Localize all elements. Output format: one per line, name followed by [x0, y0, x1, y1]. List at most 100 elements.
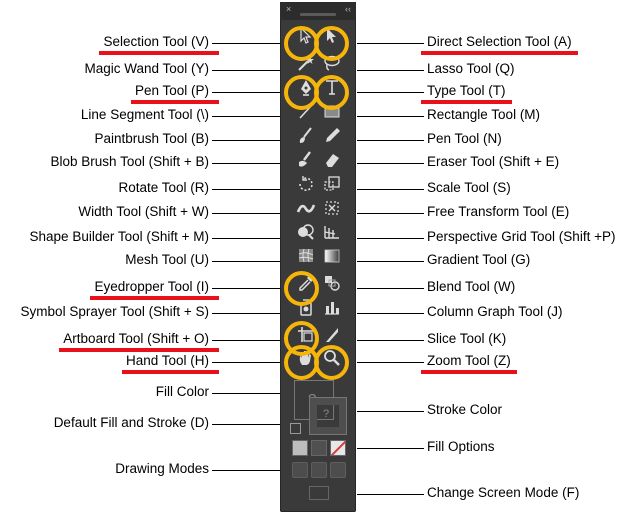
slice-tool-glyph — [326, 328, 338, 342]
label-paintbrush-tool-b: Paintbrush Tool (B) — [94, 131, 209, 146]
highlight-underline — [90, 296, 219, 300]
gradient-option-button[interactable] — [311, 440, 327, 456]
highlight-underline — [121, 370, 219, 374]
draw-normal-mode-button[interactable] — [292, 462, 308, 478]
highlight-underline — [99, 51, 219, 55]
label-pen-tool-n: Pen Tool (N) — [427, 131, 502, 146]
column-graph-tool-glyph — [325, 302, 339, 315]
leader-line — [212, 238, 282, 239]
width-tool-glyph — [296, 204, 316, 213]
draw-inside-mode-button[interactable] — [330, 462, 346, 478]
leader-line — [212, 313, 282, 314]
label-magic-wand-tool-y: Magic Wand Tool (Y) — [84, 61, 209, 76]
highlight-underline — [421, 100, 512, 104]
label-zoom-tool-z: Zoom Tool (Z) — [427, 353, 511, 368]
rotate-tool-glyph — [299, 176, 313, 191]
none-slash-icon — [331, 441, 345, 455]
paintbrush-tool-icon[interactable] — [295, 125, 317, 145]
change-screen-mode-button[interactable] — [309, 486, 329, 500]
label-column-graph-tool-j: Column Graph Tool (J) — [427, 304, 563, 319]
leader-line — [357, 448, 424, 449]
slice-tool-icon[interactable] — [321, 324, 343, 344]
label-default-fill-and-stroke-d: Default Fill and Stroke (D) — [53, 415, 209, 430]
leader-line — [357, 213, 424, 214]
leader-line — [357, 43, 424, 44]
pencil-tool-glyph — [326, 128, 340, 142]
zoom-tool-highlight-ring — [314, 345, 349, 380]
blob-brush-tool-glyph — [299, 151, 311, 167]
label-width-tool-shift-w: Width Tool (Shift + W) — [78, 204, 209, 219]
label-hand-tool-h: Hand Tool (H) — [125, 353, 209, 368]
perspective-grid-tool-icon[interactable] — [321, 221, 343, 241]
panel-grip[interactable] — [300, 13, 336, 16]
leader-line — [357, 261, 424, 262]
label-scale-tool-s: Scale Tool (S) — [427, 180, 511, 195]
label-drawing-modes: Drawing Modes — [115, 461, 209, 476]
highlight-underline — [130, 100, 219, 104]
label-rotate-tool-r: Rotate Tool (R) — [118, 180, 209, 195]
mesh-tool-icon[interactable] — [295, 245, 317, 265]
label-stroke-color: Stroke Color — [427, 402, 503, 417]
column-graph-tool-icon[interactable] — [321, 297, 343, 317]
leader-line — [357, 70, 424, 71]
pencil-tool-icon[interactable] — [321, 125, 343, 145]
default-fill-stroke-icon[interactable] — [290, 423, 301, 434]
blend-tool-icon[interactable] — [321, 272, 343, 292]
leader-line — [212, 43, 282, 44]
label-pen-tool-p: Pen Tool (P) — [134, 83, 209, 98]
free-transform-tool-icon[interactable] — [321, 197, 343, 217]
label-perspective-grid-tool-shift-p: Perspective Grid Tool (Shift +P) — [427, 229, 616, 244]
label-direct-selection-tool-a: Direct Selection Tool (A) — [427, 34, 572, 49]
label-eyedropper-tool-i: Eyedropper Tool (I) — [94, 279, 209, 294]
label-blob-brush-tool-shift-b: Blob Brush Tool (Shift + B) — [50, 154, 209, 169]
eraser-tool-icon[interactable] — [321, 149, 343, 169]
perspective-grid-tool-glyph — [324, 226, 339, 239]
width-tool-icon[interactable] — [295, 197, 317, 217]
leader-line — [357, 411, 424, 412]
leader-line — [212, 163, 282, 164]
highlight-underline — [59, 348, 219, 352]
leader-line — [212, 288, 282, 289]
scale-tool-icon[interactable] — [321, 173, 343, 193]
leader-line — [212, 424, 282, 425]
direct-selection-tool-highlight-ring — [314, 26, 349, 61]
close-icon[interactable]: × — [286, 4, 291, 14]
leader-line — [357, 313, 424, 314]
leader-line — [357, 494, 424, 495]
highlight-underline — [421, 370, 517, 374]
leader-line — [212, 213, 282, 214]
leader-line — [212, 189, 282, 190]
paintbrush-tool-glyph — [299, 127, 312, 143]
color-option-button[interactable] — [292, 440, 308, 456]
stroke-color-swatch[interactable]: ? — [309, 397, 347, 435]
leader-line — [357, 340, 424, 341]
gradient-tool-glyph — [324, 249, 340, 263]
draw-behind-mode-button[interactable] — [311, 462, 327, 478]
rotate-tool-icon[interactable] — [295, 173, 317, 193]
gradient-tool-icon[interactable] — [321, 245, 343, 265]
label-selection-tool-v: Selection Tool (V) — [103, 34, 209, 49]
mesh-tool-glyph — [298, 248, 314, 263]
collapse-icon[interactable]: ‹‹ — [345, 4, 351, 14]
leader-line — [212, 92, 282, 93]
label-symbol-sprayer-tool-shift-s: Symbol Sprayer Tool (Shift + S) — [20, 304, 209, 319]
scale-tool-glyph — [324, 176, 340, 191]
label-blend-tool-w: Blend Tool (W) — [427, 279, 516, 294]
leader-line — [212, 393, 282, 394]
leader-line — [357, 140, 424, 141]
none-option-button[interactable] — [330, 440, 346, 456]
label-line-segment-tool: Line Segment Tool (\) — [80, 107, 209, 122]
leader-line — [357, 163, 424, 164]
leader-line — [357, 362, 424, 363]
label-mesh-tool-u: Mesh Tool (U) — [125, 252, 209, 267]
leader-line — [357, 92, 424, 93]
leader-line — [212, 261, 282, 262]
blob-brush-tool-icon[interactable] — [295, 149, 317, 169]
label-fill-color: Fill Color — [155, 384, 209, 399]
shape-builder-tool-icon[interactable] — [295, 221, 317, 241]
leader-line — [357, 116, 424, 117]
label-lasso-tool-q: Lasso Tool (Q) — [427, 61, 515, 76]
label-change-screen-mode-f: Change Screen Mode (F) — [427, 485, 580, 500]
eyedropper-tool-highlight-ring — [284, 271, 319, 306]
label-artboard-tool-shift-o: Artboard Tool (Shift + O) — [63, 331, 209, 346]
